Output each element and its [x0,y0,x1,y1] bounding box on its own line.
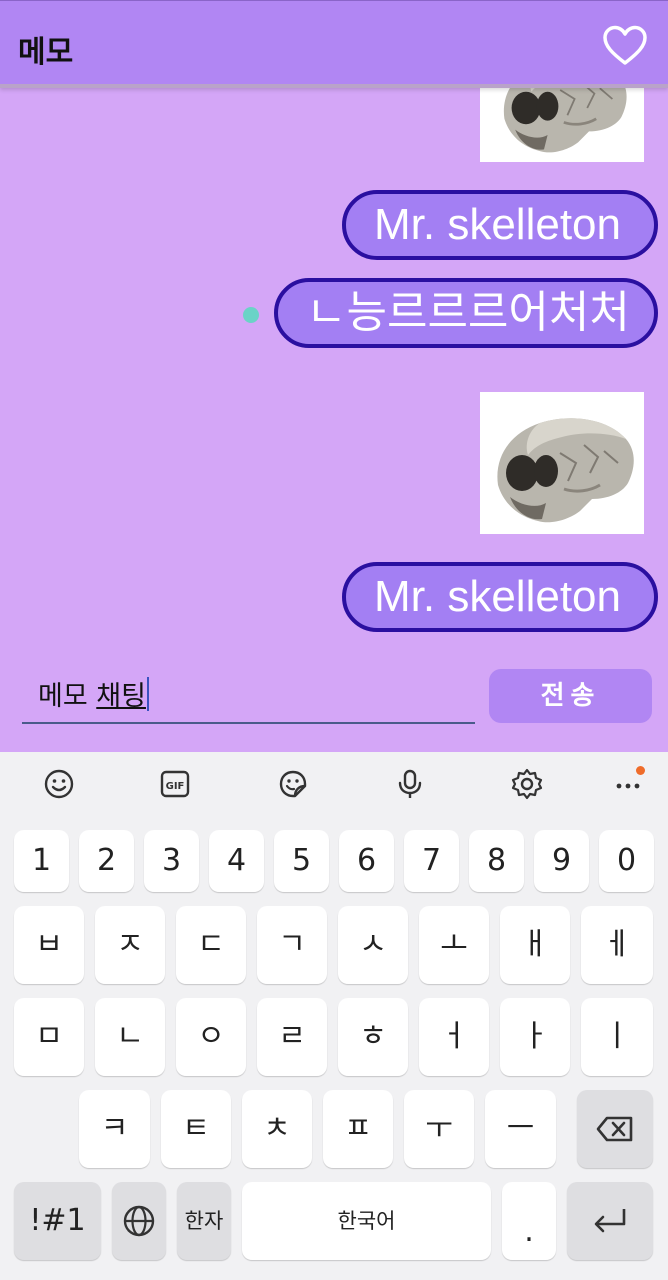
input-composing-text: 채팅 [96,681,146,712]
input-committed-text: 메모 [38,681,97,712]
key-kieuk[interactable]: ㅋ [79,1090,150,1168]
key-a[interactable]: ㅏ [500,998,570,1076]
key-eo[interactable]: ㅓ [419,998,489,1076]
key-4[interactable]: 4 [209,830,264,892]
key-eu[interactable]: ㅡ [485,1090,556,1168]
message-input-row: 메모 채팅 전송 [0,664,668,752]
gif-icon[interactable]: GIF [157,766,193,802]
key-7[interactable]: 7 [404,830,459,892]
send-button[interactable]: 전송 [489,669,652,723]
hanja-key[interactable]: 한자 [177,1182,231,1260]
soft-keyboard: GIF 1 2 3 4 5 6 7 8 9 0 ㅂ ㅈ ㄷ ㄱ ㅅ ㅗ ㅐ ㅔ … [0,752,668,1280]
notification-dot [636,766,645,775]
key-u[interactable]: ㅜ [404,1090,474,1168]
sticker-icon[interactable] [275,766,311,802]
text-caret [146,677,149,711]
key-digeut[interactable]: ㄷ [176,906,246,984]
key-8[interactable]: 8 [469,830,524,892]
app-title: 메모 [18,35,74,70]
period-key[interactable]: . [502,1182,556,1260]
chat-message-list[interactable]: Mr. skelleton ㄴ능르르르어처처 Mr. skelleton [0,88,668,664]
unread-indicator-dot [243,307,259,323]
key-rieul[interactable]: ㄹ [257,998,327,1076]
key-6[interactable]: 6 [339,830,394,892]
space-bar[interactable]: 한국어 [242,1182,491,1260]
skull-image-message[interactable] [480,392,644,534]
key-ae[interactable]: ㅐ [500,906,570,984]
key-9[interactable]: 9 [534,830,589,892]
key-nieun[interactable]: ㄴ [95,998,165,1076]
key-jieut[interactable]: ㅈ [95,906,165,984]
key-hieut[interactable]: ㅎ [338,998,408,1076]
svg-text:GIF: GIF [166,781,185,792]
key-chieut[interactable]: ㅊ [242,1090,312,1168]
key-e[interactable]: ㅔ [581,906,653,984]
symbols-key[interactable]: !#1 [14,1182,101,1260]
heart-outline-icon[interactable] [602,25,648,67]
key-siot[interactable]: ㅅ [338,906,408,984]
memo-text-input[interactable]: 메모 채팅 [22,676,475,724]
key-5[interactable]: 5 [274,830,329,892]
backspace-key[interactable] [577,1090,653,1168]
app-bar: 메모 [0,0,668,88]
key-mieum[interactable]: ㅁ [14,998,84,1076]
key-bieup[interactable]: ㅂ [14,906,84,984]
backspace-icon [596,1116,633,1142]
key-tieut[interactable]: ㅌ [161,1090,231,1168]
key-ieung[interactable]: ㅇ [176,998,246,1076]
chat-message-bubble[interactable]: Mr. skelleton [342,190,658,260]
settings-gear-icon[interactable] [509,766,545,802]
key-2[interactable]: 2 [79,830,134,892]
keyboard-toolbar: GIF [0,752,668,816]
key-giyeok[interactable]: ㄱ [257,906,327,984]
chat-message-bubble[interactable]: Mr. skelleton [342,562,658,632]
key-pieup[interactable]: ㅍ [323,1090,393,1168]
key-3[interactable]: 3 [144,830,199,892]
enter-return-icon [594,1209,626,1233]
globe-icon [123,1205,155,1237]
microphone-icon[interactable] [392,766,428,802]
key-1[interactable]: 1 [14,830,69,892]
language-key[interactable] [112,1182,166,1260]
key-0[interactable]: 0 [599,830,654,892]
enter-key[interactable] [567,1182,653,1260]
key-o-vowel[interactable]: ㅗ [419,906,489,984]
emoji-icon[interactable] [41,766,77,802]
skull-image-message[interactable] [480,88,644,162]
key-i[interactable]: ㅣ [581,998,653,1076]
chat-message-bubble[interactable]: ㄴ능르르르어처처 [274,278,658,348]
